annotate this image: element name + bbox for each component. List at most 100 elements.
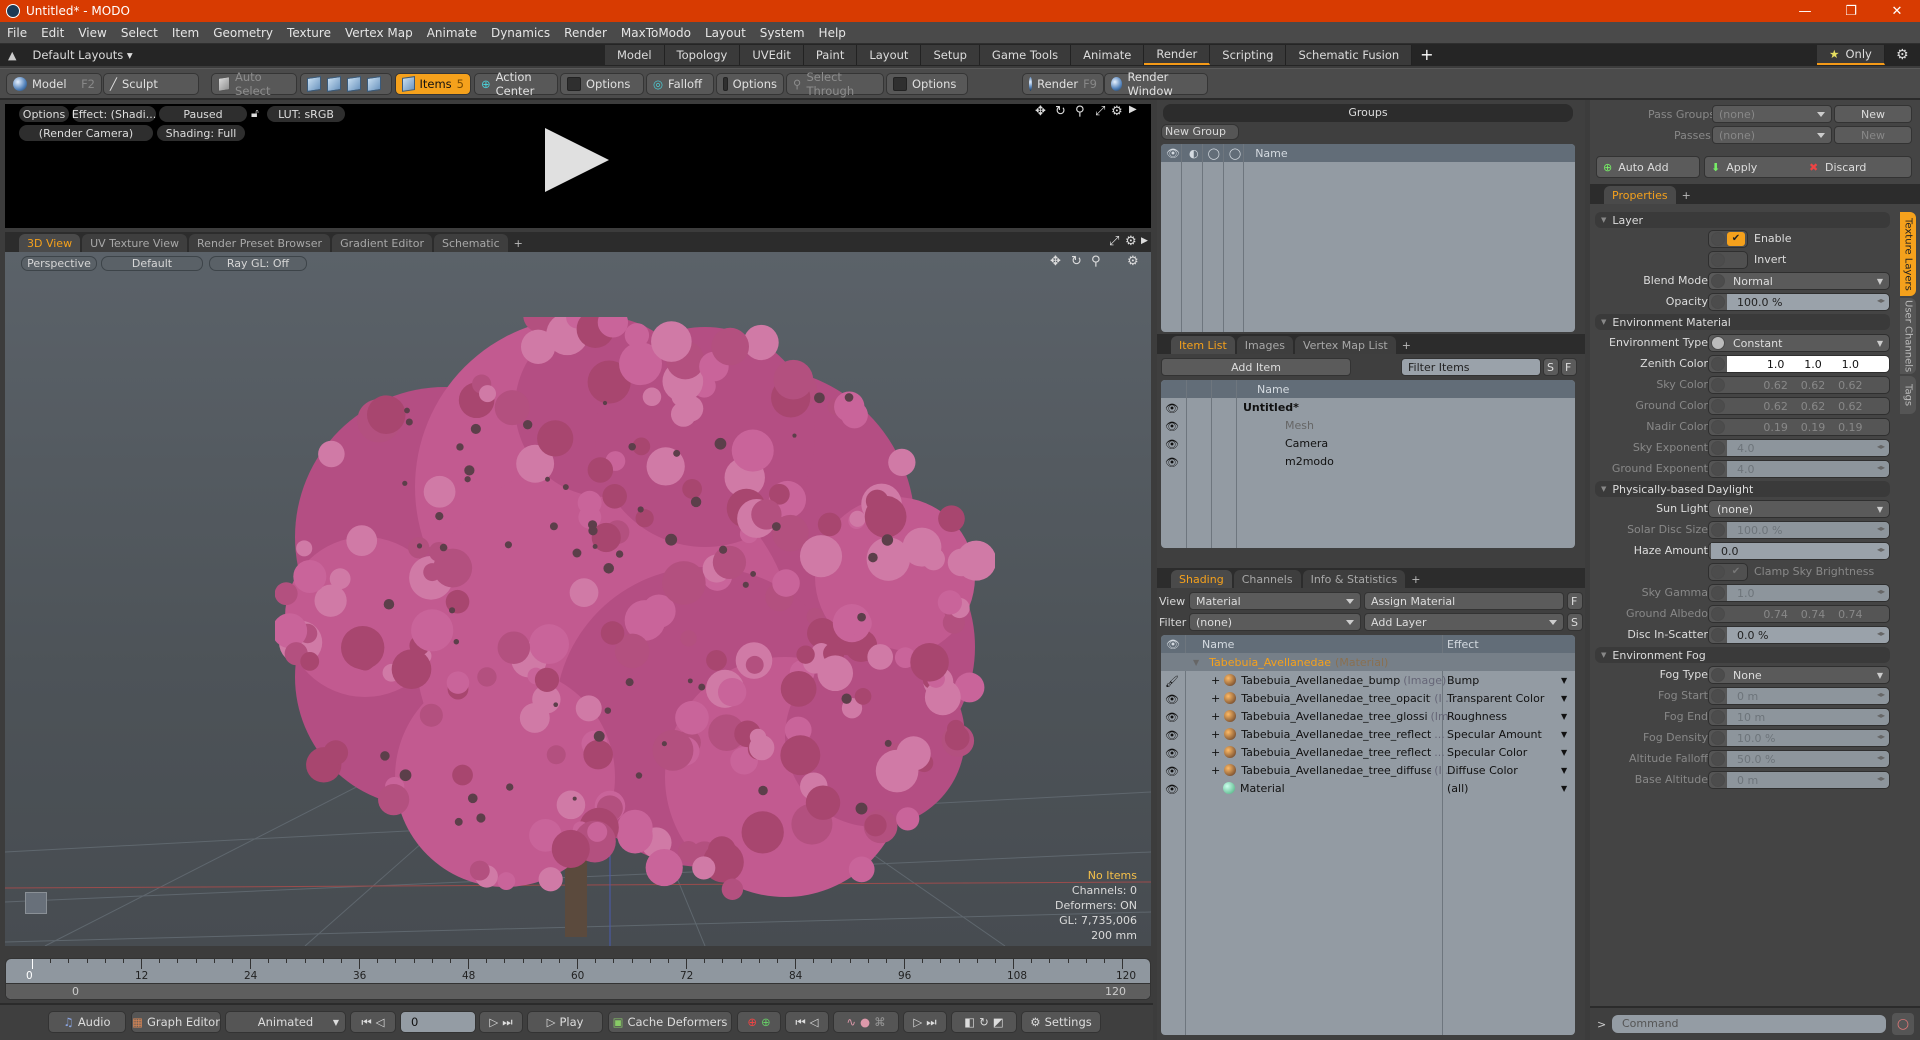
close-button[interactable]: ✕ <box>1874 0 1920 22</box>
shader-layer-row[interactable]: 👁︎ + Tabebuia_Avellanedae_tree_reflection.… <box>1161 725 1575 743</box>
layout-tab-setup[interactable]: Setup <box>921 45 980 65</box>
section-layer[interactable]: Layer <box>1595 212 1890 228</box>
key-down-icon[interactable]: ⊕ <box>761 1015 771 1029</box>
albedo-color[interactable]: 0.74 0.74 0.74 <box>1708 605 1890 623</box>
auto-select-button[interactable]: Auto Select <box>211 70 297 98</box>
gear-icon[interactable]: ⚙ <box>1896 47 1909 63</box>
chevron-down-icon[interactable]: ▼ <box>1561 766 1567 775</box>
eye-icon[interactable]: 👁︎ <box>1165 402 1179 415</box>
timeline[interactable]: 0 12 24 36 48 60 72 84 96 108 120 0 120 <box>5 958 1151 1000</box>
filter-items-input[interactable]: Filter Items <box>1401 358 1541 376</box>
expand-icon[interactable]: + <box>1211 692 1220 705</box>
maximize-icon[interactable]: ⤢ <box>1109 234 1119 249</box>
3d-viewport[interactable]: Perspective Default Ray GL: Off ✥ ↻ ⚲ ⚙ … <box>5 252 1151 946</box>
shader-layer-row[interactable]: 👁︎ + Tabebuia_Avellanedae_tree_opacity (I .… <box>1161 689 1575 707</box>
shader-layer-row[interactable]: 👁︎ + Tabebuia_Avellanedae_tree_reflection.… <box>1161 743 1575 761</box>
layer-effect-dropdown[interactable]: Bump <box>1447 674 1479 687</box>
layout-tab-animate[interactable]: Animate <box>1071 45 1145 65</box>
record-icon[interactable]: ● <box>860 1015 870 1029</box>
animate-dot-icon[interactable] <box>1711 668 1725 682</box>
item-list[interactable]: Name 👁︎ Untitled* 👁︎ Mesh 👁︎ Camera 👁︎ m2mod… <box>1161 380 1575 548</box>
color-channel[interactable]: 0.74 <box>1838 608 1863 621</box>
color-channel[interactable]: 1.0 <box>1767 358 1785 371</box>
menu-render[interactable]: Render <box>557 26 614 40</box>
color-channel[interactable]: 0.19 <box>1801 421 1826 434</box>
render-button[interactable]: Render F9 <box>1022 73 1104 95</box>
color-channel[interactable]: 0.74 <box>1801 608 1826 621</box>
auto-key-icon[interactable]: ⌘ <box>874 1015 886 1029</box>
fog-density-input[interactable]: 10.0 % ◂▸ <box>1708 729 1890 747</box>
solar-disc-input[interactable]: 100.0 % ◂▸ <box>1708 521 1890 539</box>
menu-geometry[interactable]: Geometry <box>206 26 280 40</box>
layout-tab-game-tools[interactable]: Game Tools <box>979 45 1072 65</box>
color-channel[interactable]: 0.62 <box>1838 379 1863 392</box>
first-key-icon[interactable]: ⏮ <box>795 1015 805 1030</box>
zoom-icon[interactable]: ⚲ <box>1075 104 1085 119</box>
record-macro-icon[interactable]: ○ <box>1892 1013 1914 1035</box>
ground-color[interactable]: 0.62 0.62 0.62 <box>1708 397 1890 415</box>
fog-type-dropdown[interactable]: None ▼ <box>1708 666 1890 684</box>
menu-animate[interactable]: Animate <box>420 26 484 40</box>
menu-vertex-map[interactable]: Vertex Map <box>338 26 420 40</box>
passes-dropdown[interactable]: (none) <box>1712 126 1832 144</box>
play-icon[interactable] <box>545 128 609 192</box>
animate-dot-icon[interactable] <box>1711 336 1725 350</box>
pass-groups-dropdown[interactable]: (none) <box>1712 105 1832 123</box>
add-item-button[interactable]: Add Item <box>1161 358 1351 376</box>
add-layout-tab-button[interactable]: + <box>1412 45 1441 65</box>
move-icon[interactable]: ✥ <box>1035 104 1046 119</box>
checkbox-invert[interactable] <box>1727 253 1745 267</box>
eye-icon[interactable]: 👁︎ <box>1165 456 1179 469</box>
layout-tab-schematic-fusion[interactable]: Schematic Fusion <box>1286 45 1413 65</box>
rotate-icon[interactable]: ↻ <box>1055 104 1066 119</box>
shader-tree[interactable]: 👁︎ Name Effect ▼ Tabebuia_Avellanedae (M… <box>1161 635 1575 1035</box>
animate-dot-icon[interactable] <box>1711 523 1725 537</box>
env-type-dropdown[interactable]: Constant ▼ <box>1708 334 1890 352</box>
material-row[interactable]: ▼ Tabebuia_Avellanedae (Material) <box>1161 653 1575 671</box>
assign-material-button[interactable]: Assign Material <box>1364 592 1564 610</box>
menu-item[interactable]: Item <box>165 26 206 40</box>
select-through-button[interactable]: ⚲ Select Through <box>786 70 884 98</box>
tab-schematic[interactable]: Schematic <box>434 234 508 252</box>
eye-icon[interactable]: 👁︎ <box>1165 747 1179 760</box>
chevron-down-icon[interactable]: ▼ <box>1561 784 1567 793</box>
tab-render-preset-browser[interactable]: Render Preset Browser <box>189 234 331 252</box>
current-frame-input[interactable]: 0 <box>400 1011 476 1033</box>
chevron-down-icon[interactable]: ▼ <box>1561 730 1567 739</box>
select-column-icon[interactable]: ◯ <box>1229 147 1241 160</box>
item-row[interactable]: 👁︎ Camera <box>1161 434 1575 452</box>
color-channel[interactable]: 1.0 <box>1804 358 1822 371</box>
animated-dropdown[interactable]: Animated ▼ <box>225 1011 346 1033</box>
command-input[interactable]: Command <box>1612 1015 1886 1033</box>
eye-icon[interactable]: 👁︎ <box>1165 783 1179 796</box>
layer-key-icon[interactable]: ◩ <box>993 1015 1004 1029</box>
audio-button[interactable]: ♫ Audio <box>48 1011 126 1033</box>
brush-icon[interactable]: 🖌︎ <box>1165 675 1179 688</box>
expand-icon[interactable]: + <box>1211 674 1220 687</box>
settings-button[interactable]: ⚙ Settings <box>1021 1011 1101 1033</box>
animate-dot-icon[interactable] <box>1711 607 1725 621</box>
add-viewport-tab-button[interactable]: + <box>510 234 527 252</box>
eye-icon[interactable]: 👁︎ <box>1165 438 1179 451</box>
shading-dropdown[interactable]: Shading: Full <box>157 125 245 141</box>
falloff-options-button[interactable]: Options <box>716 73 784 95</box>
side-tab-texture-layers[interactable]: Texture Layers <box>1900 212 1916 296</box>
skip-to-start-icon[interactable]: ⏮ <box>361 1015 371 1030</box>
checkbox-enable[interactable]: ✔ <box>1727 232 1745 246</box>
layer-effect-dropdown[interactable]: Diffuse Color <box>1447 764 1518 777</box>
layer-effect-dropdown[interactable]: Transparent Color <box>1447 692 1544 705</box>
item-row[interactable]: 👁︎ Mesh <box>1161 416 1575 434</box>
animate-dot-icon[interactable] <box>1711 378 1725 392</box>
render-window-button[interactable]: Render Window <box>1104 70 1208 98</box>
add-layer-dropdown[interactable]: Add Layer <box>1364 613 1564 631</box>
render-column-icon[interactable]: ◐ <box>1189 147 1199 160</box>
blend-mode-dropdown[interactable]: Normal ▼ <box>1708 272 1890 290</box>
view-dropdown[interactable]: Material <box>1189 592 1361 610</box>
effect-dropdown[interactable]: Effect: (Shadi... <box>72 106 156 122</box>
nadir-color[interactable]: 0.19 0.19 0.19 <box>1708 418 1890 436</box>
tab-shading[interactable]: Shading <box>1171 570 1232 588</box>
next-key-icon[interactable]: ▷ <box>913 1015 922 1029</box>
opacity-input[interactable]: 100.0 % ◂▸ <box>1708 293 1890 311</box>
menu-help[interactable]: Help <box>812 26 853 40</box>
stepper-icon[interactable]: ◂▸ <box>1877 774 1887 786</box>
